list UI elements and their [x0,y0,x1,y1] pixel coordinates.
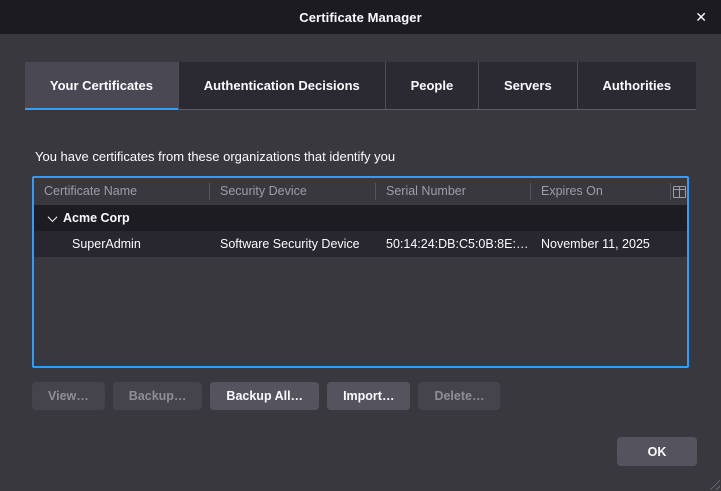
tab-bar: Your Certificates Authentication Decisio… [25,62,696,110]
resize-handle[interactable] [707,477,720,490]
column-picker-icon [673,186,686,198]
backup-button[interactable]: Backup… [113,382,203,410]
tab-label: Servers [504,78,552,93]
action-button-row: View… Backup… Backup All… Import… Delete… [32,382,689,410]
column-picker-button[interactable] [671,178,687,205]
tab-your-certificates[interactable]: Your Certificates [25,62,178,109]
column-header-security-device[interactable]: Security Device [210,183,376,200]
table-row-superadmin[interactable]: SuperAdmin Software Security Device 50:1… [34,231,687,257]
tab-label: People [411,78,454,93]
certificates-description: You have certificates from these organiz… [35,149,686,164]
backup-all-button[interactable]: Backup All… [210,382,319,410]
tab-servers[interactable]: Servers [478,62,577,109]
cell-serial-number: 50:14:24:DB:C5:0B:8E:… [376,237,531,251]
import-button[interactable]: Import… [327,382,410,410]
tab-label: Authentication Decisions [204,78,360,93]
certificate-table: Certificate Name Security Device Serial … [32,176,689,368]
view-button[interactable]: View… [32,382,105,410]
ok-button[interactable]: OK [617,437,697,466]
chevron-down-icon [47,212,57,222]
expander-toggle[interactable] [44,215,60,222]
window-titlebar: Certificate Manager ✕ [0,0,721,34]
cell-security-device: Software Security Device [210,237,376,251]
column-header-serial-number[interactable]: Serial Number [376,183,531,200]
table-empty-area[interactable] [34,257,687,366]
tab-people[interactable]: People [385,62,478,109]
window-title: Certificate Manager [299,10,422,25]
group-name: Acme Corp [63,211,130,225]
cell-expires-on: November 11, 2025 [531,237,671,251]
tab-label: Authorities [602,78,671,93]
cell-certificate-name: SuperAdmin [34,237,210,251]
tab-authentication-decisions[interactable]: Authentication Decisions [178,62,385,109]
close-icon[interactable]: ✕ [693,0,709,34]
tab-authorities[interactable]: Authorities [577,62,696,109]
table-group-row-acme-corp[interactable]: Acme Corp [34,205,687,231]
tab-label: Your Certificates [50,78,153,93]
column-header-certificate-name[interactable]: Certificate Name [34,183,210,200]
delete-button[interactable]: Delete… [418,382,500,410]
column-header-expires-on[interactable]: Expires On [531,183,671,200]
table-header-row: Certificate Name Security Device Serial … [34,178,687,205]
